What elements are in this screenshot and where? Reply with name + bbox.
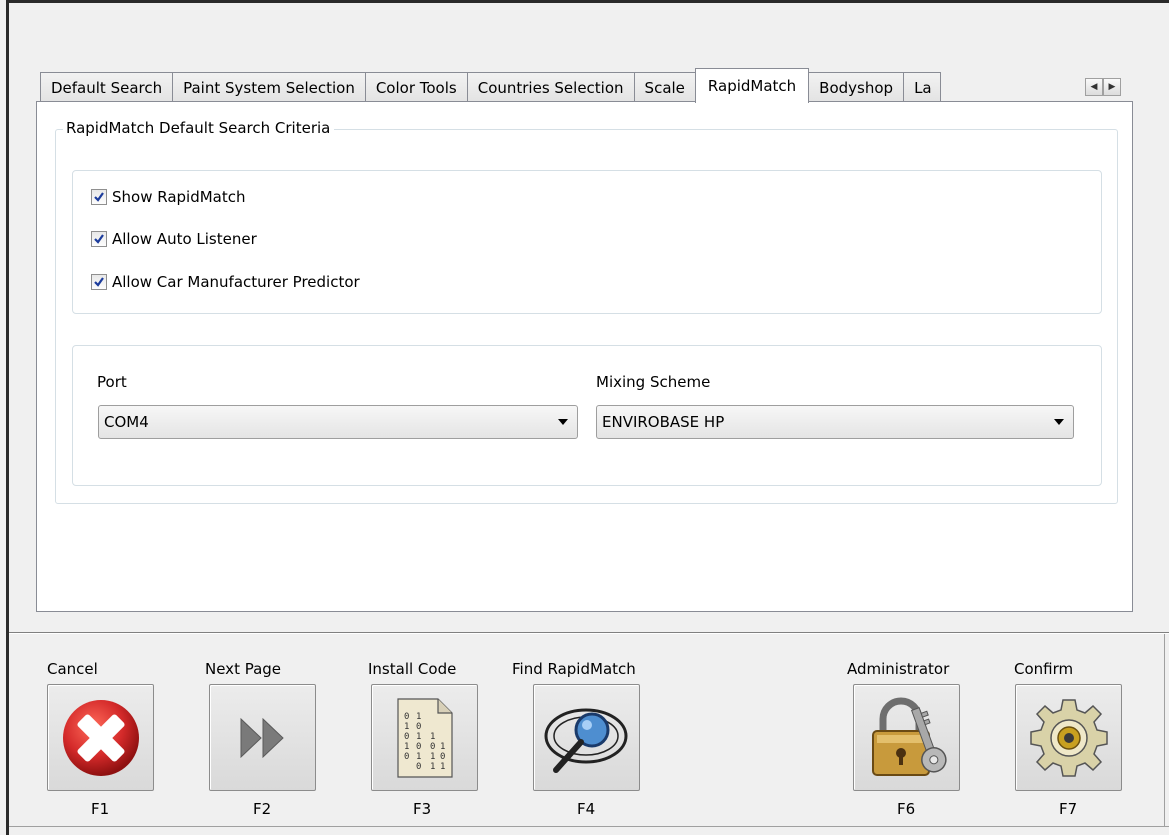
bar-bottom-border (9, 826, 1169, 827)
install-code-key-hint: F3 (413, 800, 432, 818)
chevron-down-icon (1054, 419, 1064, 425)
bar-right-border (1164, 634, 1165, 827)
chevron-right-icon: ▶ (1108, 82, 1116, 92)
mixing-scheme-select[interactable]: ENVIROBASE HP (596, 405, 1074, 439)
svg-text:0: 0 (416, 722, 421, 732)
chevron-left-icon: ◀ (1090, 82, 1098, 92)
svg-text:1: 1 (416, 752, 421, 762)
chevron-down-icon (558, 419, 568, 425)
svg-text:0: 0 (440, 752, 445, 762)
svg-text:1: 1 (440, 762, 445, 772)
gear-icon (1029, 698, 1108, 777)
tab-countries-selection[interactable]: Countries Selection (466, 72, 635, 102)
install-code-label: Install Code (368, 660, 457, 678)
tab-scroll-left-button[interactable]: ◀ (1085, 78, 1103, 96)
mixing-scheme-label: Mixing Scheme (596, 373, 711, 391)
administrator-button[interactable] (853, 684, 960, 791)
settings-window: Default Search Paint System Selection Co… (0, 0, 1169, 835)
binary-document-icon: 01 10 011 1001 0110 011 (396, 697, 453, 778)
check-icon (94, 277, 104, 287)
svg-text:0: 0 (404, 752, 409, 762)
svg-text:0: 0 (416, 762, 421, 772)
tab-la[interactable]: La (903, 72, 942, 102)
allow-car-manufacturer-predictor-label: Allow Car Manufacturer Predictor (112, 273, 360, 291)
tab-bodyshop[interactable]: Bodyshop (808, 72, 905, 102)
cancel-x-icon (62, 699, 139, 776)
criteria-group-legend: RapidMatch Default Search Criteria (63, 119, 335, 137)
install-code-button[interactable]: 01 10 011 1001 0110 011 (371, 684, 478, 791)
tab-paint-system-selection[interactable]: Paint System Selection (172, 72, 366, 102)
svg-text:1: 1 (404, 722, 409, 732)
confirm-label: Confirm (1014, 660, 1074, 678)
svg-text:0: 0 (404, 712, 409, 722)
cancel-key-hint: F1 (91, 800, 110, 818)
cancel-label: Cancel (47, 660, 98, 678)
checkbox-checked[interactable] (91, 274, 107, 290)
administrator-key-hint: F6 (897, 800, 916, 818)
tab-rapidmatch[interactable]: RapidMatch (694, 68, 810, 103)
next-page-label: Next Page (205, 660, 282, 678)
double-arrow-icon (240, 717, 284, 758)
tab-scroll-right-button[interactable]: ▶ (1103, 78, 1121, 96)
tab-scale[interactable]: Scale (633, 72, 696, 102)
tab-color-tools[interactable]: Color Tools (364, 72, 468, 102)
padlock-key-icon (871, 697, 947, 776)
svg-text:1: 1 (440, 742, 445, 752)
window-top-border (6, 0, 1169, 3)
port-value: COM4 (104, 413, 149, 431)
svg-text:1: 1 (430, 732, 435, 742)
svg-text:1: 1 (430, 752, 435, 762)
svg-text:1: 1 (404, 742, 409, 752)
tab-strip: Default Search Paint System Selection Co… (40, 68, 942, 103)
svg-text:1: 1 (416, 712, 421, 722)
allow-car-manufacturer-predictor-checkbox[interactable]: Allow Car Manufacturer Predictor (91, 273, 360, 291)
svg-text:0: 0 (404, 732, 409, 742)
find-rapidmatch-button[interactable] (533, 684, 640, 791)
svg-text:1: 1 (430, 762, 435, 772)
next-page-key-hint: F2 (253, 800, 272, 818)
mixing-scheme-value: ENVIROBASE HP (602, 413, 725, 431)
svg-text:1: 1 (416, 732, 421, 742)
allow-auto-listener-label: Allow Auto Listener (112, 230, 257, 248)
svg-text:0: 0 (416, 742, 421, 752)
port-select[interactable]: COM4 (98, 405, 578, 439)
find-rapidmatch-key-hint: F4 (577, 800, 596, 818)
administrator-label: Administrator (847, 660, 950, 678)
checkbox-checked[interactable] (91, 189, 107, 205)
show-rapidmatch-checkbox[interactable]: Show RapidMatch (91, 188, 246, 206)
check-icon (94, 234, 104, 244)
bar-separator (9, 632, 1169, 634)
show-rapidmatch-label: Show RapidMatch (112, 188, 246, 206)
confirm-key-hint: F7 (1059, 800, 1078, 818)
tab-scroll-buttons: ◀ ▶ (1085, 78, 1121, 96)
find-rapidmatch-label: Find RapidMatch (512, 660, 636, 678)
svg-text:0: 0 (430, 742, 435, 752)
confirm-button[interactable] (1015, 684, 1122, 791)
check-icon (94, 192, 104, 202)
cancel-button[interactable] (47, 684, 154, 791)
tab-default-search[interactable]: Default Search (40, 72, 174, 102)
checkbox-checked[interactable] (91, 231, 107, 247)
magnifier-icon (544, 708, 627, 773)
allow-auto-listener-checkbox[interactable]: Allow Auto Listener (91, 230, 257, 248)
next-page-button[interactable] (209, 684, 316, 791)
port-label: Port (97, 373, 127, 391)
